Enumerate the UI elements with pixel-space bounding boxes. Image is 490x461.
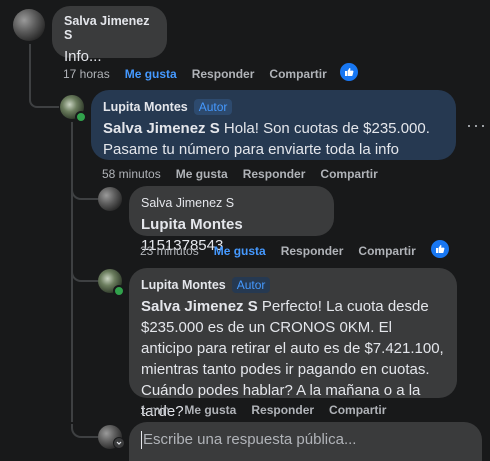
thread-line-main [29, 44, 31, 100]
like-reaction-icon[interactable] [338, 61, 360, 83]
reply-author[interactable]: Lupita Montes [103, 100, 188, 114]
comment-author[interactable]: Salva Jimenez S [64, 14, 155, 42]
reply-text: Salva Jimenez S Hola! Son cuotas de $235… [103, 120, 430, 158]
reply-button[interactable]: Responder [192, 67, 255, 81]
reply-actions-3: 1 min Me gusta Responder Compartir [140, 403, 401, 417]
comment-time[interactable]: 17 horas [63, 67, 110, 81]
reply-time[interactable]: 1 min [140, 403, 169, 417]
thread-line-sub-curve-4 [71, 424, 99, 438]
reply-author[interactable]: Salva Jimenez S [141, 196, 234, 210]
thread-line-sub-curve-2 [71, 186, 99, 200]
comment-bubble-1: Salva Jimenez S Info... [52, 6, 167, 65]
thread-line-main-curve [29, 98, 59, 108]
author-badge: Autor [231, 276, 271, 293]
comment-actions-1: 17 horas Me gusta Responder Compartir [63, 67, 342, 81]
share-button[interactable]: Compartir [329, 403, 386, 417]
reply-input[interactable]: Escribe una respuesta pública... [129, 422, 482, 461]
reply-bubble-3: Lupita Montes Autor Salva Jimenez S Perfe… [129, 268, 457, 420]
reply-bubble-1: Lupita Montes Autor Salva Jimenez S Hola!… [91, 90, 456, 160]
reply-actions-2: 23 minutos Me gusta Responder Compartir [140, 244, 431, 258]
thread-line-sub-curve-3 [71, 268, 99, 282]
like-button[interactable]: Me gusta [214, 244, 266, 258]
reply-time[interactable]: 23 minutos [140, 244, 199, 258]
share-button[interactable]: Compartir [320, 167, 377, 181]
mention-link[interactable]: Salva Jimenez S [141, 298, 258, 315]
reply-bubble-2: Salva Jimenez S Lupita Montes 1151378543 [129, 186, 334, 254]
like-button[interactable]: Me gusta [184, 403, 236, 417]
text-caret [141, 431, 142, 450]
share-button[interactable]: Compartir [269, 67, 326, 81]
reply-author[interactable]: Lupita Montes [141, 278, 226, 292]
comment-text: Info... [64, 48, 102, 65]
avatar-salva[interactable] [98, 187, 122, 211]
online-status-dot [113, 285, 125, 297]
reply-actions-1: 58 minutos Me gusta Responder Compartir [102, 167, 393, 181]
avatar-salva[interactable] [13, 9, 45, 41]
mention-link[interactable]: Salva Jimenez S [103, 120, 220, 137]
like-button[interactable]: Me gusta [125, 67, 177, 81]
reply-button[interactable]: Responder [251, 403, 314, 417]
like-reaction-icon[interactable] [429, 238, 451, 260]
reply-input-placeholder: Escribe una respuesta pública... [143, 431, 357, 448]
share-button[interactable]: Compartir [358, 244, 415, 258]
reply-time[interactable]: 58 minutos [102, 167, 161, 181]
reply-button[interactable]: Responder [281, 244, 344, 258]
more-options-icon[interactable]: ··· [466, 116, 487, 134]
author-badge: Autor [193, 98, 233, 115]
online-status-dot [75, 111, 87, 123]
like-button[interactable]: Me gusta [176, 167, 228, 181]
reply-button[interactable]: Responder [243, 167, 306, 181]
chevron-down-icon[interactable] [113, 437, 125, 449]
mention-link[interactable]: Lupita Montes [141, 216, 243, 233]
